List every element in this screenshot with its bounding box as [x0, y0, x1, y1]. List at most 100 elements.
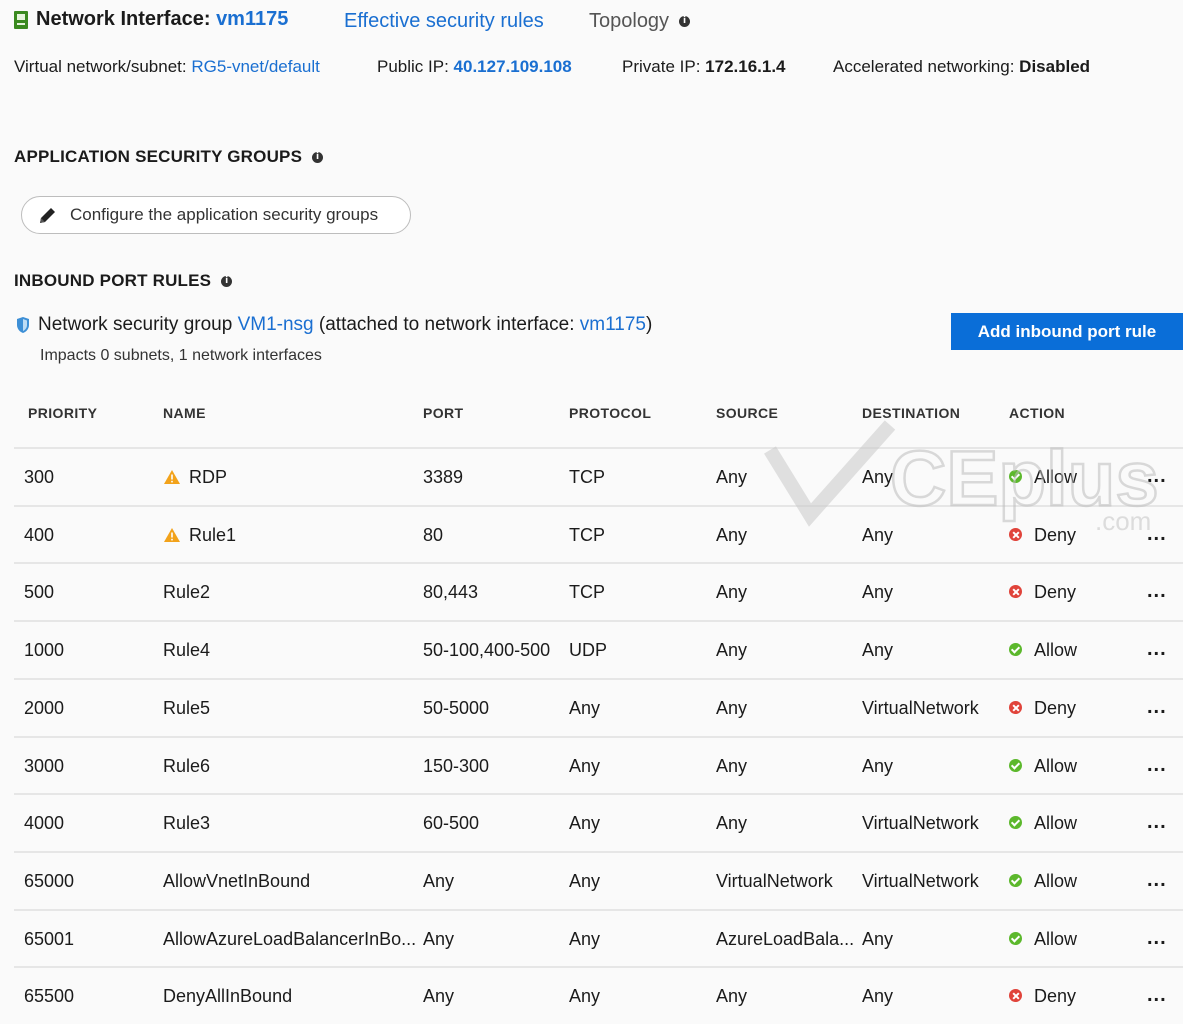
- table-row[interactable]: 400 Rule1 80 TCP Any Any Deny...: [14, 504, 1183, 563]
- check-circle-icon: [1009, 816, 1022, 830]
- cell-protocol: Any: [569, 986, 601, 1007]
- vnet-link[interactable]: RG5-vnet/default: [191, 57, 320, 76]
- cell-port: 3389: [423, 467, 464, 487]
- action-label: Deny: [1034, 524, 1077, 545]
- rule-name[interactable]: Rule2: [163, 582, 210, 602]
- cell-source: Any: [716, 813, 748, 834]
- nsg-link[interactable]: VM1-nsg: [238, 314, 314, 336]
- table-row[interactable]: 65000 AllowVnetInBound Any Any VirtualNetwor…: [14, 850, 1183, 909]
- nsg-prefix: Network security group: [38, 314, 233, 335]
- row-more-menu-button[interactable]: ...: [1147, 696, 1167, 719]
- cell-source: Any: [716, 524, 748, 545]
- cell-port: 80: [423, 524, 444, 545]
- private-ip-label: Private IP:: [622, 57, 701, 76]
- cell-destination: Any: [862, 928, 894, 949]
- rule-name[interactable]: AllowVnetInBound: [163, 871, 310, 891]
- cell-source: Any: [716, 582, 748, 603]
- rule-name[interactable]: Rule6: [163, 756, 210, 776]
- cell-priority: 65000: [24, 870, 75, 891]
- table-row[interactable]: 300 RDP 3389 TCP Any Any Allow...: [14, 447, 1183, 505]
- cell-source: Any: [716, 640, 748, 661]
- cell-priority: 65500: [24, 986, 75, 1007]
- row-more-menu-button[interactable]: ...: [1147, 811, 1167, 834]
- rule-name[interactable]: RDP: [189, 467, 227, 487]
- title-nic-name[interactable]: vm1175: [216, 8, 288, 31]
- cell-name: RDP: [163, 467, 227, 488]
- cell-action: Allow: [1009, 929, 1077, 950]
- cell-priority: 4000: [24, 813, 65, 834]
- cell-protocol: Any: [569, 697, 601, 718]
- info-icon[interactable]: i: [221, 275, 233, 287]
- warning-icon: [164, 470, 180, 484]
- row-more-menu-button[interactable]: ...: [1147, 984, 1167, 1007]
- rule-name[interactable]: Rule1: [189, 525, 236, 545]
- table-row[interactable]: 4000 Rule3 60-500 Any Any VirtualNetwork Allow…: [14, 793, 1183, 851]
- configure-asg-label: Configure the application security group…: [70, 205, 379, 224]
- table-row[interactable]: 500 Rule2 80,443 TCP Any Any Deny...: [14, 562, 1183, 620]
- action-label: Allow: [1034, 813, 1078, 834]
- column-header-port[interactable]: PORT: [423, 405, 464, 421]
- table-row[interactable]: 65001 AllowAzureLoadBalancerInBo... Any Any…: [14, 908, 1183, 967]
- cell-action: Deny: [1009, 582, 1076, 603]
- cell-destination: Any: [862, 467, 894, 487]
- cell-protocol: Any: [569, 813, 601, 834]
- cell-destination: VirtualNetwork: [862, 870, 979, 891]
- table-row[interactable]: 3000 Rule6 150-300 Any Any Any Allow...: [14, 735, 1183, 794]
- column-header-priority[interactable]: PRIORITY: [28, 405, 97, 421]
- nsg-attached-nic-link[interactable]: vm1175: [580, 314, 646, 336]
- private-ip-value: 172.16.1.4: [705, 57, 786, 76]
- tab-effective-security-rules[interactable]: Effective security rules: [344, 10, 544, 33]
- x-circle-icon: [1009, 989, 1022, 1003]
- row-more-menu-button[interactable]: ...: [1147, 927, 1167, 950]
- cell-destination: Any: [862, 640, 894, 661]
- row-more-menu-button[interactable]: ...: [1147, 869, 1167, 892]
- check-circle-icon: [1009, 758, 1022, 772]
- column-header-protocol[interactable]: PROTOCOL: [569, 405, 651, 421]
- info-icon[interactable]: i: [312, 151, 324, 163]
- cell-protocol: Any: [569, 755, 601, 776]
- asg-heading-label: APPLICATION SECURITY GROUPS: [14, 147, 303, 166]
- table-row[interactable]: 1000 Rule4 50-100,400-500 UDP Any Any Allow...: [14, 620, 1183, 678]
- cell-source: Any: [716, 467, 748, 487]
- action-label: Deny: [1034, 697, 1077, 718]
- row-more-menu-button[interactable]: ...: [1147, 523, 1167, 546]
- nsg-attached-prefix: (attached to network interface:: [318, 314, 575, 335]
- configure-asg-button[interactable]: Configure the application security group…: [21, 196, 411, 234]
- row-more-menu-button[interactable]: ...: [1147, 580, 1167, 603]
- accel-label: Accelerated networking:: [833, 57, 1015, 76]
- column-header-name[interactable]: NAME: [163, 405, 206, 421]
- cell-port: Any: [423, 986, 455, 1007]
- public-ip-link[interactable]: 40.127.109.108: [454, 57, 572, 76]
- info-icon[interactable]: i: [679, 16, 691, 27]
- cell-protocol: Any: [569, 870, 601, 891]
- rule-name[interactable]: Rule3: [163, 813, 210, 833]
- check-circle-icon: [1009, 643, 1022, 657]
- cell-action: Allow: [1009, 640, 1077, 661]
- add-inbound-port-rule-button[interactable]: Add inbound port rule: [951, 313, 1183, 350]
- column-header-source[interactable]: SOURCE: [716, 405, 778, 421]
- rule-name[interactable]: Rule5: [163, 698, 210, 718]
- table-row[interactable]: 2000 Rule5 50-5000 Any Any VirtualNetwork Deny…: [14, 677, 1183, 736]
- cell-port: 50-5000: [423, 697, 490, 718]
- cell-action: Allow: [1009, 813, 1077, 834]
- inbound-heading: INBOUND PORT RULES i: [14, 271, 233, 291]
- cell-priority: 300: [24, 467, 55, 487]
- table-row[interactable]: 65500 DenyAllInBound Any Any Any Any Deny...: [14, 966, 1183, 1024]
- accelerated-networking: Accelerated networking: Disabled: [833, 57, 1090, 77]
- public-ip-label: Public IP:: [377, 57, 449, 76]
- rule-name[interactable]: Rule4: [163, 640, 210, 660]
- cell-action: Deny: [1009, 986, 1076, 1007]
- row-more-menu-button[interactable]: ...: [1147, 638, 1167, 661]
- x-circle-icon: [1009, 585, 1022, 599]
- tab-topology[interactable]: Topology i: [589, 10, 691, 33]
- action-label: Deny: [1034, 582, 1077, 603]
- column-header-action[interactable]: ACTION: [1009, 405, 1065, 421]
- rule-name[interactable]: AllowAzureLoadBalancerInBo...: [163, 929, 416, 949]
- column-header-destination[interactable]: DESTINATION: [862, 405, 960, 421]
- public-ip: Public IP: 40.127.109.108: [377, 57, 572, 77]
- rule-name[interactable]: DenyAllInBound: [163, 986, 292, 1006]
- cell-priority: 1000: [24, 640, 65, 661]
- row-more-menu-button[interactable]: ...: [1147, 465, 1167, 488]
- action-label: Allow: [1034, 928, 1078, 949]
- row-more-menu-button[interactable]: ...: [1147, 754, 1167, 777]
